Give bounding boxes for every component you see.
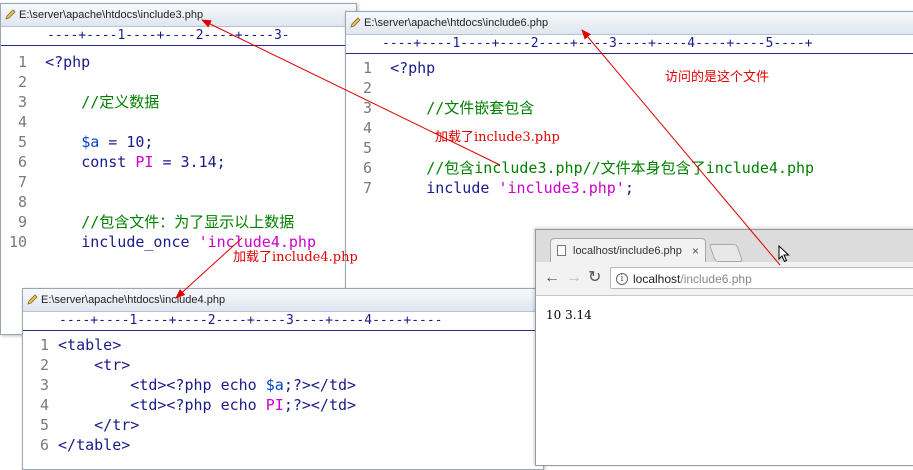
annotation-visited-file: 访问的是这个文件: [665, 70, 770, 85]
annotation-loaded-include3: 加载了include3.php: [435, 130, 560, 145]
annotation-arrows: [175, 19, 781, 299]
annotation-loaded-include4: 加载了include4.php: [233, 250, 358, 265]
